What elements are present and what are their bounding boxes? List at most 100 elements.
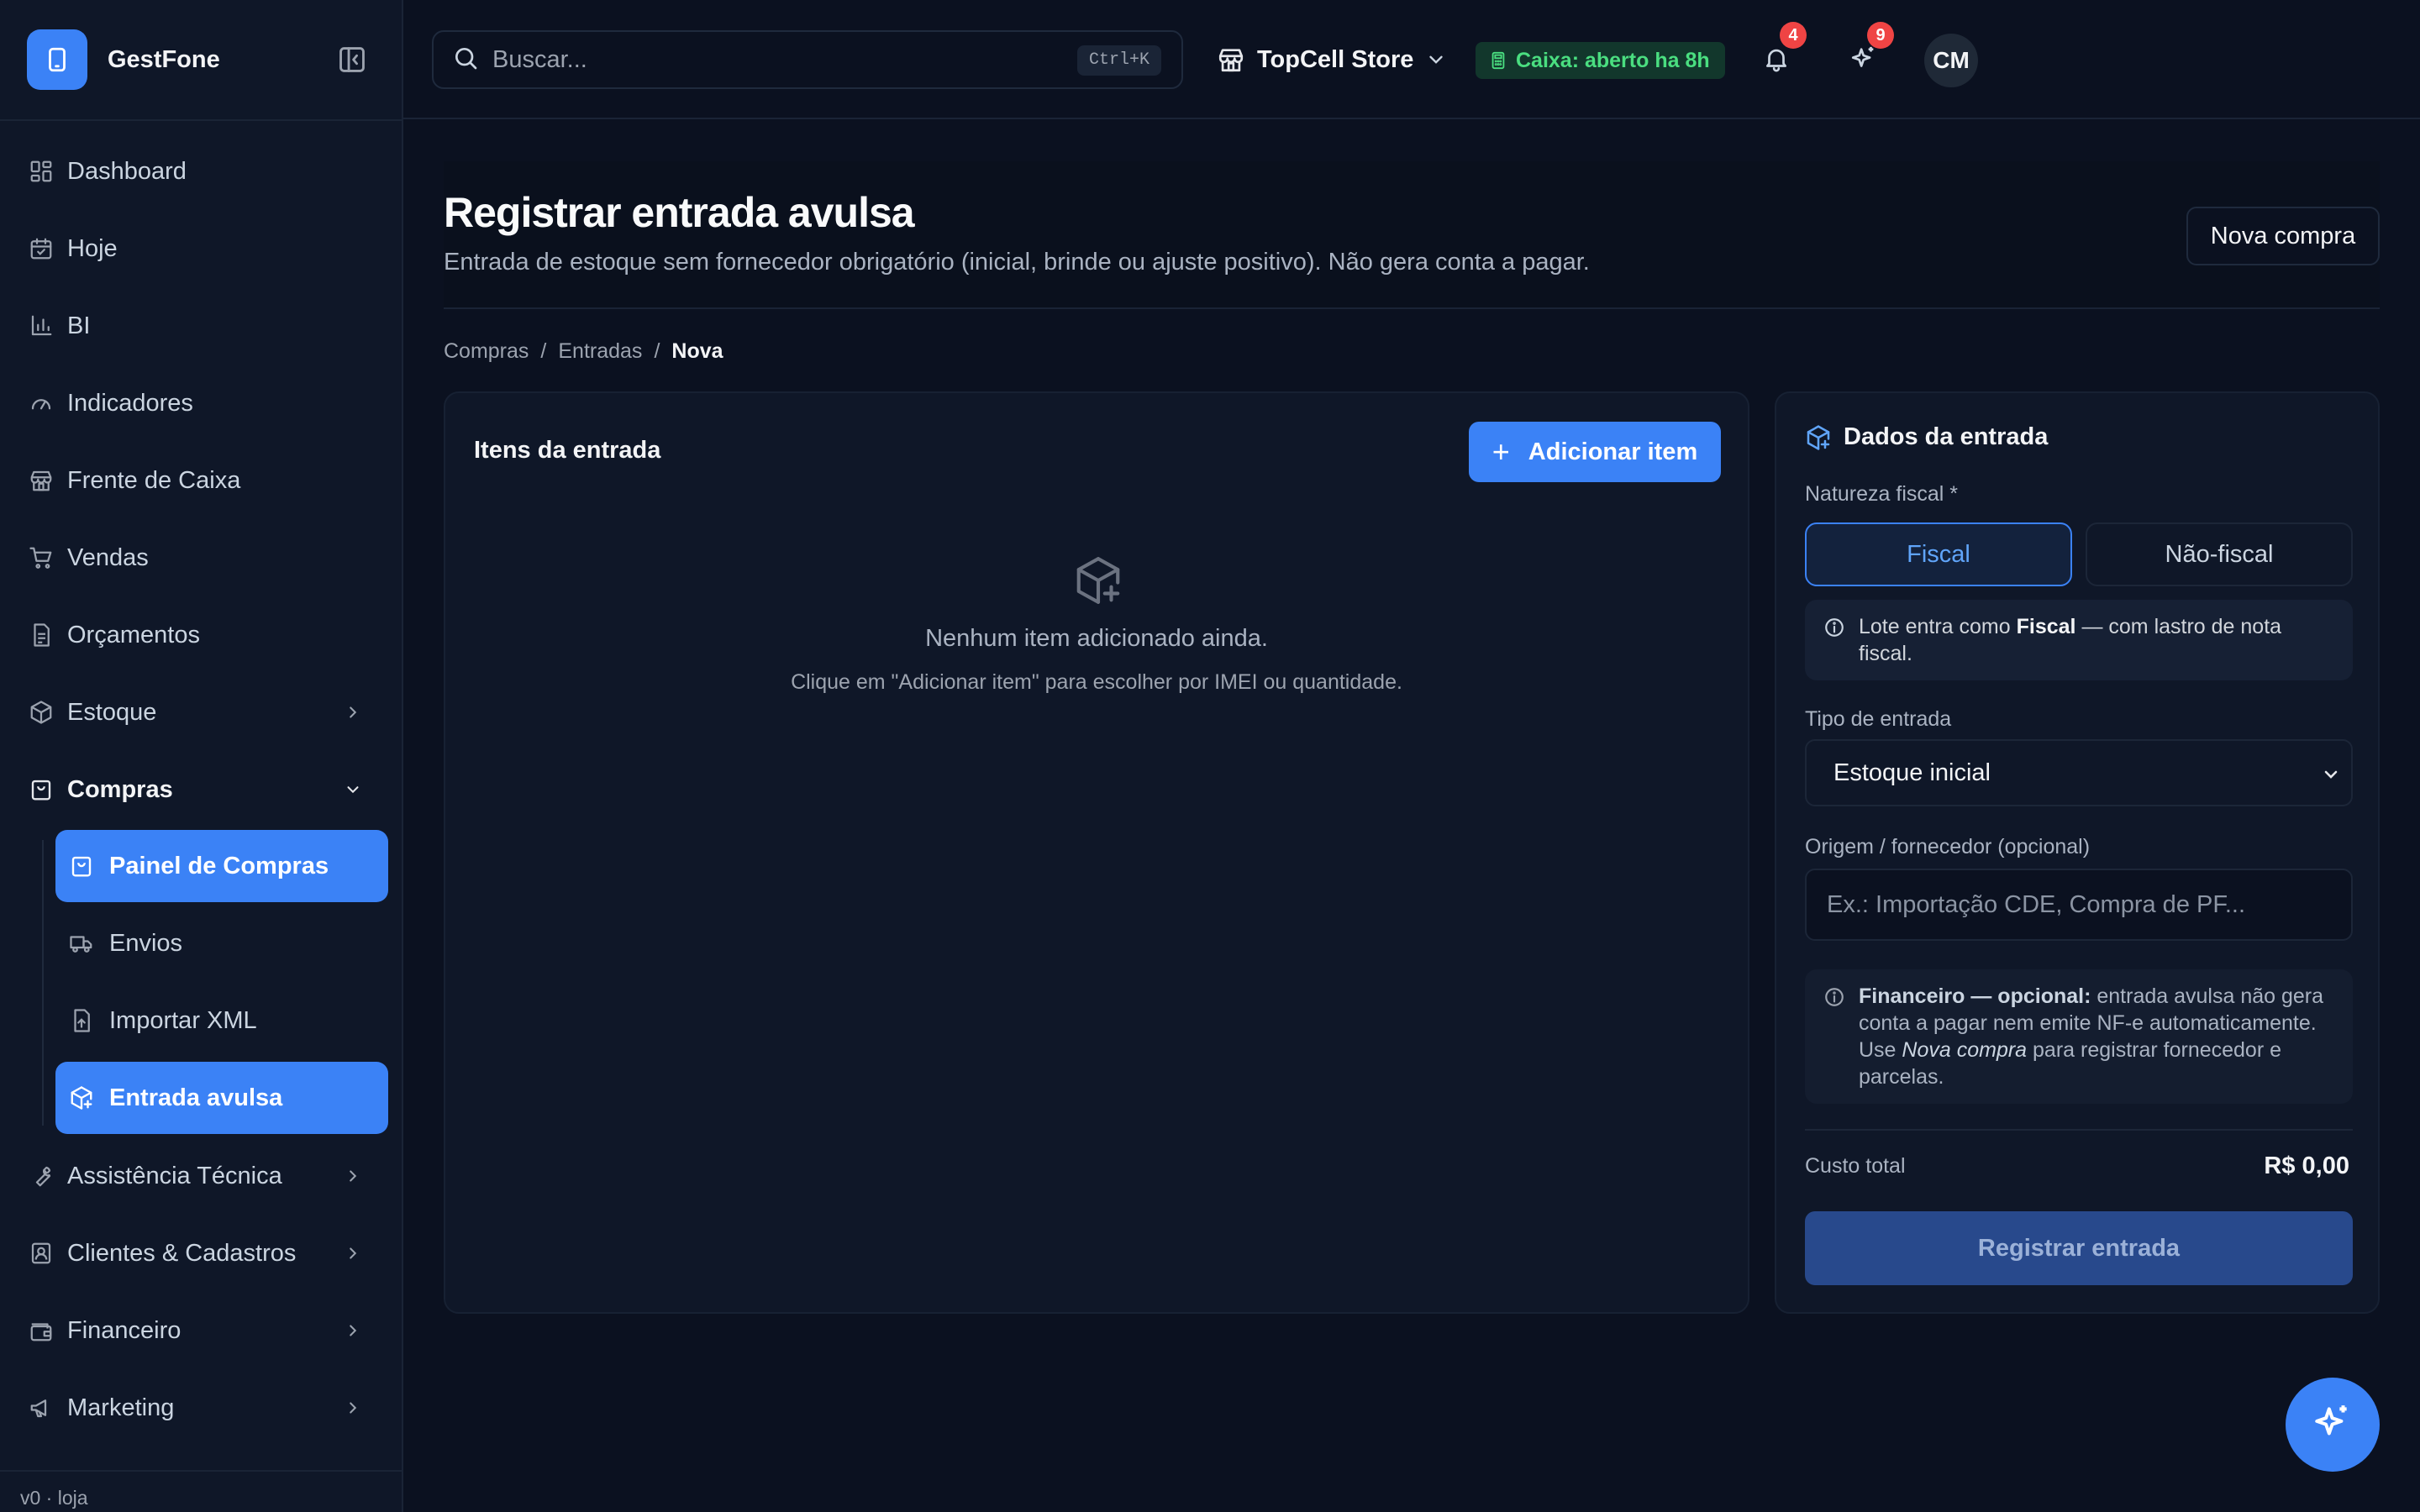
submenu-guide [42, 840, 44, 1126]
entry-data-card: Dados da entrada Natureza fiscal * Fisca… [1775, 391, 2380, 1314]
gauge-icon [27, 389, 55, 417]
sidebar-item-assistencia-tecnica[interactable]: Assistência Técnica [27, 1149, 376, 1203]
sidebar-item-label: Indicadores [67, 389, 193, 417]
total-cost-label: Custo total [1805, 1154, 1906, 1178]
sparkles-icon [1849, 45, 1878, 77]
document-icon [27, 621, 55, 649]
search-box[interactable]: Ctrl+K [432, 30, 1183, 89]
page-title: Registrar entrada avulsa [444, 189, 915, 236]
sidebar-item-orcamentos[interactable]: Orçamentos [27, 608, 376, 662]
notifications-button[interactable]: 4 [1753, 22, 1807, 84]
add-item-button[interactable]: + Adicionar item [1469, 422, 1721, 482]
fiscal-note-prefix: Lote entra como [1859, 615, 2017, 638]
divider [0, 119, 403, 121]
origin-label: Origem / fornecedor (opcional) [1805, 835, 2091, 858]
sidebar-subitem-importar-xml[interactable]: Importar XML [55, 984, 388, 1057]
search-icon [452, 45, 479, 76]
sidebar-item-vendas[interactable]: Vendas [27, 531, 376, 585]
sidebar-subitem-label: Entrada avulsa [109, 1084, 283, 1111]
chevron-right-icon [341, 1242, 365, 1265]
chevron-right-icon [341, 1396, 365, 1420]
sidebar-subitem-label: Importar XML [109, 1006, 257, 1034]
chevron-down-icon [2321, 764, 2341, 785]
store-selector[interactable]: TopCell Store [1215, 35, 1447, 84]
sidebar-item-frente-de-caixa[interactable]: Frente de Caixa [27, 454, 376, 507]
ai-fab-button[interactable] [2286, 1378, 2380, 1472]
sparkles-icon [2312, 1402, 2354, 1448]
sidebar-item-hoje[interactable]: Hoje [27, 222, 376, 276]
sidebar-item-marketing[interactable]: Marketing [27, 1381, 376, 1435]
calendar-icon [27, 234, 55, 263]
sidebar-item-label: Marketing [67, 1394, 175, 1421]
app-version: v0 · loja [20, 1487, 88, 1509]
breadcrumb: Compras / Entradas / Nova [444, 336, 723, 366]
financial-note-italic: Nova compra [1902, 1038, 2028, 1062]
sidebar-item-indicadores[interactable]: Indicadores [27, 376, 376, 430]
package-plus-icon [1072, 554, 1124, 606]
origin-input[interactable] [1805, 869, 2353, 941]
package-plus-icon [1805, 424, 1832, 451]
sidebar-item-compras[interactable]: Compras [27, 763, 376, 816]
sidebar-item-label: BI [67, 312, 91, 339]
info-icon [1823, 986, 1845, 1015]
sidebar-subitem-label: Painel de Compras [109, 852, 329, 879]
notification-count-badge: 4 [1780, 22, 1807, 49]
caixa-status-text: Caixa: aberto ha 8h [1516, 48, 1710, 72]
entry-type-value: Estoque inicial [1833, 759, 1991, 786]
sidebar-item-label: Assistência Técnica [67, 1162, 282, 1189]
sidebar-item-label: Estoque [67, 698, 157, 726]
fiscal-info-note: Lote entra como Fiscal — com lastro de n… [1805, 600, 2353, 680]
chevron-down-icon [1425, 49, 1447, 71]
entry-data-title-text: Dados da entrada [1844, 423, 2049, 450]
sidebar-item-financeiro[interactable]: Financeiro [27, 1304, 376, 1357]
entry-type-select[interactable]: Estoque inicial [1805, 739, 2353, 806]
divider [1805, 1129, 2353, 1131]
items-card: Itens da entrada + Adicionar item Nenhum… [444, 391, 1749, 1314]
empty-state-title: Nenhum item adicionado ainda. [925, 625, 1268, 652]
page-header: Registrar entrada avulsa Entrada de esto… [444, 161, 2380, 309]
breadcrumb-separator: / [540, 339, 547, 363]
sidebar-item-label: Dashboard [67, 157, 187, 185]
items-card-title: Itens da entrada [474, 437, 661, 464]
brand: GestFone [27, 29, 376, 91]
ai-assistant-button[interactable]: 9 [1840, 22, 1894, 84]
fiscal-option-button[interactable]: Fiscal [1805, 522, 2072, 586]
sidebar-item-label: Compras [67, 775, 173, 803]
breadcrumb-compras[interactable]: Compras [444, 339, 529, 364]
package-plus-icon [67, 1084, 96, 1112]
entry-type-label: Tipo de entrada [1805, 707, 1952, 731]
avatar[interactable]: CM [1924, 34, 1978, 87]
sidebar-collapse-icon[interactable] [334, 42, 370, 77]
chevron-down-icon [341, 778, 365, 801]
page-subtitle: Entrada de estoque sem fornecedor obriga… [444, 249, 1590, 276]
non-fiscal-option-button[interactable]: Não-fiscal [2086, 522, 2353, 586]
store-icon [1215, 44, 1247, 76]
sidebar-item-estoque[interactable]: Estoque [27, 685, 376, 739]
sidebar: GestFone Dashboard Hoje BI Indicadores F… [0, 0, 403, 1512]
register-entry-button[interactable]: Registrar entrada [1805, 1211, 2353, 1285]
shopping-bag-icon [27, 775, 55, 804]
sidebar-subitem-painel-de-compras[interactable]: Painel de Compras [55, 830, 388, 902]
chevron-right-icon [341, 1319, 365, 1342]
breadcrumb-separator: / [654, 339, 660, 363]
bar-chart-icon [27, 312, 55, 340]
bell-icon [1762, 45, 1791, 77]
sidebar-item-bi[interactable]: BI [27, 299, 376, 353]
megaphone-icon [27, 1394, 55, 1422]
caixa-status-badge[interactable]: Caixa: aberto ha 8h [1476, 42, 1725, 79]
sidebar-item-clientes-cadastros[interactable]: Clientes & Cadastros [27, 1226, 376, 1280]
sidebar-item-label: Vendas [67, 543, 149, 571]
sidebar-subitem-entrada-avulsa[interactable]: Entrada avulsa [55, 1062, 388, 1134]
store-icon [27, 466, 55, 495]
sidebar-item-label: Financeiro [67, 1316, 182, 1344]
fiscal-note-bold: Fiscal [2016, 615, 2076, 638]
sidebar-subitem-envios[interactable]: Envios [55, 907, 388, 979]
store-name: TopCell Store [1257, 45, 1414, 73]
new-purchase-button[interactable]: Nova compra [2186, 207, 2380, 265]
search-input[interactable] [492, 45, 1030, 74]
add-item-label: Adicionar item [1528, 438, 1698, 465]
sidebar-item-dashboard[interactable]: Dashboard [27, 144, 376, 198]
breadcrumb-entradas[interactable]: Entradas [558, 339, 642, 364]
topbar: Ctrl+K TopCell Store Caixa: aberto ha 8h… [403, 0, 2420, 119]
dashboard-icon [27, 157, 55, 186]
